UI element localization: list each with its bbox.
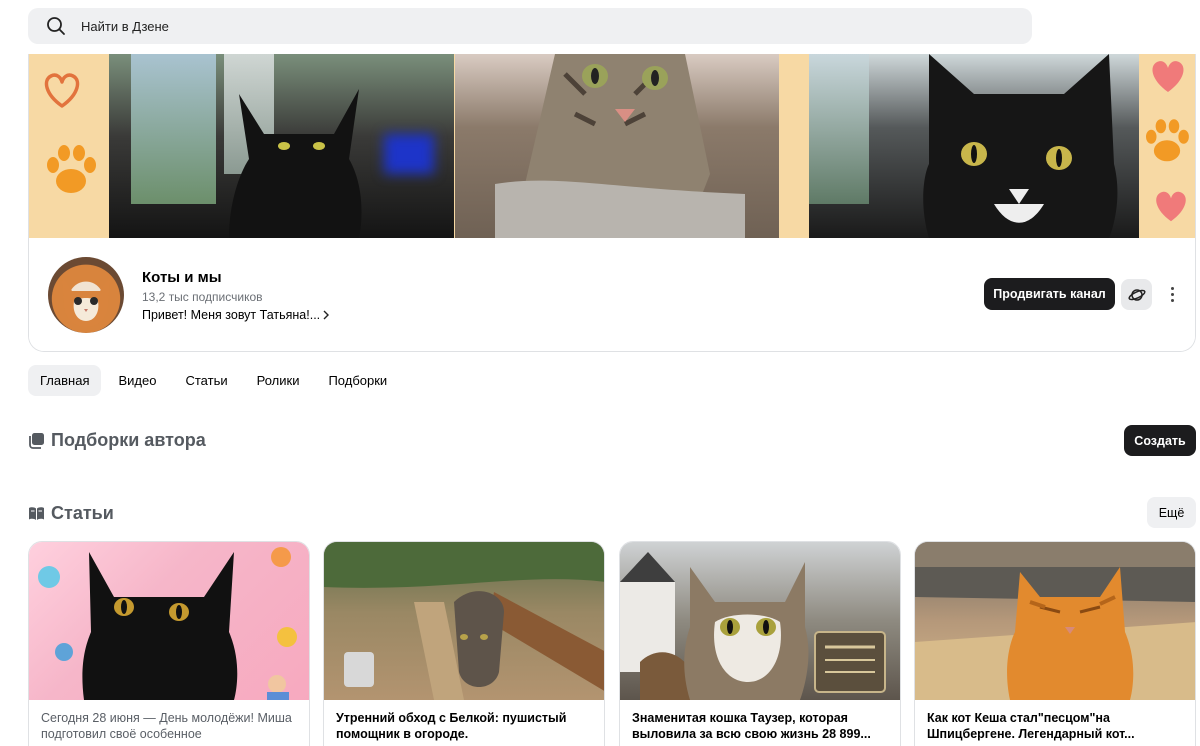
paw-icon-right [1146, 119, 1189, 162]
article-card[interactable]: Утренний обход с Белкой: пушистый помощн… [323, 541, 605, 746]
article-title: Как кот Кеша стал"песцом"на Шпицбергене.… [927, 711, 1135, 741]
channel-tabs: Главная Видео Статьи Ролики Подборки [28, 365, 404, 396]
towser-cat-image [620, 552, 886, 700]
article-image [915, 542, 1195, 700]
channel-profile: Коты и мы 13,2 тыс подписчиков Привет! М… [29, 238, 1195, 351]
planet-icon [1127, 288, 1146, 301]
article-card[interactable]: Знаменитая кошка Таузер, которая выловил… [619, 541, 901, 746]
article-image [620, 542, 900, 700]
chevron-right-icon [323, 310, 330, 320]
garden-cat-image [324, 542, 604, 700]
tab-collections[interactable]: Подборки [316, 365, 399, 396]
black-cat-party-image [38, 547, 297, 700]
tuxedo-cat-shape [923, 54, 1118, 238]
planet-button[interactable] [1121, 279, 1152, 310]
articles-list: Сегодня 28 июня — День молодёжи! Миша по… [28, 541, 1196, 746]
more-vertical-icon[interactable] [1165, 282, 1179, 306]
article-title: Утренний обход с Белкой: пушистый помощн… [336, 711, 567, 741]
collections-section-title: Подборки автора [28, 430, 206, 451]
article-image [324, 542, 604, 700]
tab-video[interactable]: Видео [106, 365, 168, 396]
channel-title[interactable]: Коты и мы [142, 269, 222, 286]
avatar[interactable] [48, 257, 124, 333]
collections-icon [29, 433, 44, 449]
subscriber-count: 13,2 тыс подписчиков [142, 290, 263, 304]
channel-description-text: Привет! Меня зовут Татьяна!... [142, 308, 321, 322]
heart-icon [1152, 61, 1184, 92]
article-image [29, 542, 309, 700]
article-card[interactable]: Как кот Кеша стал"песцом"на Шпицбергене.… [914, 541, 1196, 746]
promote-channel-button[interactable]: Продвигать канал [984, 278, 1115, 310]
search-input[interactable] [81, 18, 681, 34]
collections-title: Подборки автора [51, 430, 206, 450]
banner-photo-tuxedo-cat [809, 54, 1139, 238]
search-icon [47, 17, 65, 35]
tab-home[interactable]: Главная [28, 365, 102, 396]
tab-articles[interactable]: Статьи [173, 365, 239, 396]
articles-section-title: Статьи [28, 503, 114, 524]
black-cat-shape [229, 89, 362, 238]
channel-description[interactable]: Привет! Меня зовут Татьяна!... [142, 308, 330, 322]
banner-photo-black-cat [109, 54, 454, 238]
ginger-cat-image [915, 542, 1195, 700]
avatar-cat-icon [62, 277, 110, 327]
tabby-cat-shape [495, 54, 745, 238]
search-bar[interactable] [28, 8, 1032, 44]
channel-banner [29, 54, 1195, 238]
article-title: Сегодня 28 июня — День молодёжи! Миша по… [41, 711, 292, 741]
article-card[interactable]: Сегодня 28 июня — День молодёжи! Миша по… [28, 541, 310, 746]
articles-title: Статьи [51, 503, 114, 523]
articles-icon [29, 507, 44, 520]
heart-doodle-icon [44, 73, 80, 108]
article-title: Знаменитая кошка Таузер, которая выловил… [632, 711, 871, 741]
create-button[interactable]: Создать [1124, 425, 1196, 456]
channel-card: Коты и мы 13,2 тыс подписчиков Привет! М… [28, 54, 1196, 352]
more-articles-button[interactable]: Ещё [1147, 497, 1196, 528]
banner-photo-tabby-cat [455, 54, 779, 238]
paw-icon [47, 145, 96, 193]
heart-icon-small [1156, 191, 1186, 222]
tab-shorts[interactable]: Ролики [245, 365, 312, 396]
